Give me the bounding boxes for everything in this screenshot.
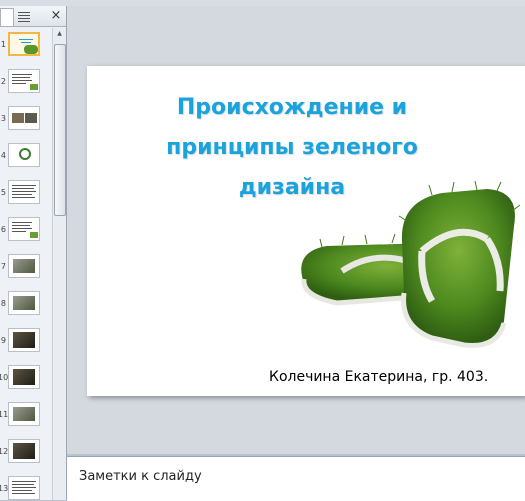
slides-panel: × 1 2 3 4 5 6 7 8 9 10 11 12 13 ▲ — [0, 6, 67, 500]
slide-author[interactable]: Колечина Екатерина, гр. 403. — [269, 369, 488, 385]
slide-number: 4 — [0, 151, 6, 160]
slide-thumbnail-row[interactable]: 9 — [0, 324, 52, 361]
slide-thumbnail[interactable] — [8, 365, 40, 389]
slide-number: 13 — [0, 484, 9, 493]
slide-thumbnail[interactable] — [8, 143, 40, 167]
slide-thumbnail-row[interactable]: 11 — [0, 398, 52, 435]
slide-thumbnails: 1 2 3 4 5 6 7 8 9 10 11 12 13 — [0, 28, 52, 500]
slide-number: 2 — [0, 77, 6, 86]
slide-thumbnail-row[interactable]: 10 — [0, 361, 52, 398]
current-slide[interactable]: Происхождение и принципы зеленого дизайн… — [87, 66, 525, 396]
slide-number: 6 — [0, 225, 6, 234]
slide-thumbnail[interactable] — [8, 476, 40, 500]
slide-thumbnail-row[interactable]: 3 — [0, 102, 52, 139]
slide-thumbnail[interactable] — [8, 180, 40, 204]
slide-number: 8 — [0, 299, 6, 308]
slide-thumbnail-row[interactable]: 7 — [0, 250, 52, 287]
slide-number: 11 — [0, 410, 9, 419]
thumbnails-scrollbar[interactable]: ▲ — [52, 28, 66, 500]
scroll-up-icon[interactable]: ▲ — [53, 28, 66, 40]
slide-number: 3 — [0, 114, 6, 123]
tab-outline[interactable] — [16, 9, 32, 24]
slide-thumbnail[interactable] — [8, 439, 40, 463]
slide-thumbnail-row[interactable]: 12 — [0, 435, 52, 472]
close-panel-button[interactable]: × — [48, 7, 64, 25]
notes-pane[interactable]: Заметки к слайду — [67, 456, 525, 501]
notes-placeholder[interactable]: Заметки к слайду — [79, 469, 202, 484]
slide-thumbnail[interactable] — [8, 291, 40, 315]
grass-flip-flops-image[interactable] — [282, 181, 522, 351]
slide-number: 10 — [0, 373, 9, 382]
slide-thumbnail[interactable] — [8, 254, 40, 278]
scrollbar-thumb[interactable] — [54, 44, 66, 216]
tab-slides[interactable] — [0, 8, 14, 26]
panel-tabs: × — [0, 6, 66, 27]
slide-thumbnail[interactable] — [8, 32, 40, 56]
slide-thumbnail-row[interactable]: 2 — [0, 65, 52, 102]
slide-number: 7 — [0, 262, 6, 271]
slide-thumbnail-row[interactable]: 13 — [0, 472, 52, 500]
slide-thumbnail-row[interactable]: 4 — [0, 139, 52, 176]
slide-number: 1 — [0, 40, 6, 49]
slide-edit-area: Происхождение и принципы зеленого дизайн… — [67, 6, 525, 454]
slide-thumbnail[interactable] — [8, 402, 40, 426]
slide-thumbnail-row[interactable]: 6 — [0, 213, 52, 250]
slide-thumbnail-row[interactable]: 1 — [0, 28, 52, 65]
slide-number: 9 — [0, 336, 6, 345]
slide-thumbnail[interactable] — [8, 106, 40, 130]
slide-thumbnail-row[interactable]: 5 — [0, 176, 52, 213]
slide-thumbnail[interactable] — [8, 217, 40, 241]
slide-thumbnail[interactable] — [8, 328, 40, 352]
slide-thumbnail-row[interactable]: 8 — [0, 287, 52, 324]
slide-thumbnail[interactable] — [8, 69, 40, 93]
slide-number: 12 — [0, 447, 9, 456]
slide-number: 5 — [0, 188, 6, 197]
